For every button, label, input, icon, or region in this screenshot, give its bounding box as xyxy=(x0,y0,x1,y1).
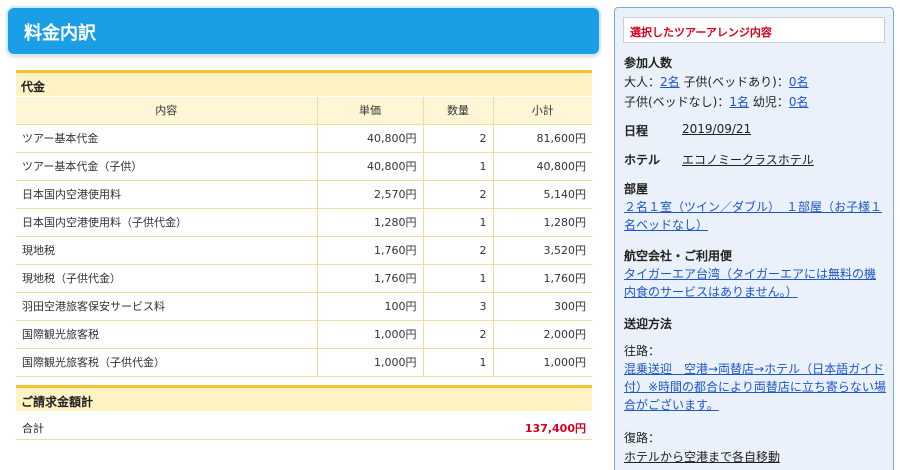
child-nobed-count-link[interactable]: 1名 xyxy=(729,95,749,109)
panel-header: 選択したツアーアレンジ内容 xyxy=(623,17,885,43)
child-nobed-label: 子供(ベッドなし)： xyxy=(624,95,730,109)
column-header-subtotal: 小計 xyxy=(493,97,592,125)
row-unit-price: 1,280円 xyxy=(317,208,424,237)
hotel-link[interactable]: エコノミークラスホテル xyxy=(682,151,814,168)
adult-count-link[interactable]: 2名 xyxy=(660,75,680,89)
table-row: 国際観光旅客税 1,000円 2 2,000円 xyxy=(16,320,592,349)
table-row: 国際観光旅客税（子供代金） 1,000円 1 1,000円 xyxy=(16,348,592,377)
row-quantity: 1 xyxy=(423,348,494,377)
row-unit-price: 100円 xyxy=(317,292,424,321)
row-subtotal: 1,280円 xyxy=(493,208,592,237)
row-quantity: 1 xyxy=(423,264,494,293)
row-subtotal: 40,800円 xyxy=(493,152,592,181)
total-value: 137,400円 xyxy=(524,422,586,435)
table-row: 現地税 1,760円 2 3,520円 xyxy=(16,236,592,265)
table-row: 日本国内空港使用料 2,570円 2 5,140円 xyxy=(16,180,592,209)
airline-heading: 航空会社・ご利用便 xyxy=(624,249,733,263)
total-label: 合計 xyxy=(22,422,44,435)
table-row: ツアー基本代金 40,800円 2 81,600円 xyxy=(16,124,592,153)
row-unit-price: 1,000円 xyxy=(317,320,424,349)
row-unit-price: 1,760円 xyxy=(317,236,424,265)
row-subtotal: 1,000円 xyxy=(493,348,592,377)
return-transfer-link[interactable]: ホテルから空港まで各自移動 xyxy=(624,448,780,465)
row-unit-price: 40,800円 xyxy=(317,152,424,181)
row-subtotal: 2,000円 xyxy=(493,320,592,349)
column-header-item: 内容 xyxy=(16,97,318,125)
row-subtotal: 300円 xyxy=(493,292,592,321)
row-item: 日本国内空港使用料（子供代金） xyxy=(16,208,318,237)
column-header-quantity: 数量 xyxy=(423,97,494,125)
row-item: 日本国内空港使用料 xyxy=(16,180,318,209)
room-link[interactable]: ２名１室（ツイン／ダブル） １部屋（お子様１名ベッドなし） xyxy=(624,198,886,234)
row-subtotal: 81,600円 xyxy=(493,124,592,153)
row-item: ツアー基本代金 xyxy=(16,124,318,153)
row-unit-price: 1,000円 xyxy=(317,348,424,377)
page-title: 料金内訳 xyxy=(24,23,96,44)
row-unit-price: 2,570円 xyxy=(317,180,424,209)
outbound-label: 往路： xyxy=(624,344,661,358)
row-quantity: 3 xyxy=(423,292,494,321)
column-header-unit-price: 単価 xyxy=(317,97,424,125)
hotel-label: ホテル xyxy=(624,153,661,167)
infant-count-link[interactable]: 0名 xyxy=(789,95,809,109)
participants-line-2: 子供(ベッドなし)：1名 幼児：0名 xyxy=(624,93,808,110)
row-subtotal: 1,760円 xyxy=(493,264,592,293)
row-quantity: 1 xyxy=(423,208,494,237)
participants-line-1: 大人：2名 子供(ベッドあり)：0名 xyxy=(624,73,808,90)
row-quantity: 2 xyxy=(423,320,494,349)
total-row: 合計 137,400円 xyxy=(16,412,592,440)
table-row: 羽田空港旅客保安サービス料 100円 3 300円 xyxy=(16,292,592,321)
row-item: 羽田空港旅客保安サービス料 xyxy=(16,292,318,321)
charges-table: 内容 単価 数量 小計 ツアー基本代金 40,800円 2 81,600円 ツア… xyxy=(16,97,592,377)
room-heading: 部屋 xyxy=(624,182,649,196)
return-label: 復路： xyxy=(624,431,661,445)
table-row: ツアー基本代金（子供） 40,800円 1 40,800円 xyxy=(16,152,592,181)
row-quantity: 2 xyxy=(423,236,494,265)
row-item: ツアー基本代金（子供） xyxy=(16,152,318,181)
row-quantity: 1 xyxy=(423,152,494,181)
row-item: 現地税（子供代金） xyxy=(16,264,318,293)
billing-section-title: ご請求金額計 xyxy=(16,385,592,411)
charges-table-header: 内容 単価 数量 小計 xyxy=(16,97,592,125)
schedule-date-link[interactable]: 2019/09/21 xyxy=(682,122,751,136)
transfer-heading: 送迎方法 xyxy=(624,317,673,331)
row-subtotal: 3,520円 xyxy=(493,236,592,265)
row-unit-price: 40,800円 xyxy=(317,124,424,153)
adult-label: 大人： xyxy=(624,75,661,89)
row-quantity: 2 xyxy=(423,124,494,153)
participants-heading: 参加人数 xyxy=(624,56,673,70)
row-item: 国際観光旅客税（子供代金） xyxy=(16,348,318,377)
child-bed-label: 子供(ベッドあり)： xyxy=(679,75,789,89)
outbound-transfer-link[interactable]: 混乗送迎 空港→両替店→ホテル（日本語ガイド付）※時間の都合により両替店に立ち寄… xyxy=(624,360,886,414)
row-item: 現地税 xyxy=(16,236,318,265)
schedule-label: 日程 xyxy=(624,124,649,138)
table-row: 日本国内空港使用料（子供代金） 1,280円 1 1,280円 xyxy=(16,208,592,237)
row-item: 国際観光旅客税 xyxy=(16,320,318,349)
table-row: 現地税（子供代金） 1,760円 1 1,760円 xyxy=(16,264,592,293)
tour-summary-panel: 選択したツアーアレンジ内容 参加人数 大人：2名 子供(ベッドあり)：0名 子供… xyxy=(614,7,894,470)
row-quantity: 2 xyxy=(423,180,494,209)
child-bed-count-link[interactable]: 0名 xyxy=(789,75,809,89)
page-title-bar: 料金内訳 xyxy=(8,8,599,54)
row-subtotal: 5,140円 xyxy=(493,180,592,209)
infant-label: 幼児： xyxy=(749,95,789,109)
row-unit-price: 1,760円 xyxy=(317,264,424,293)
charges-section-title: 代金 xyxy=(16,70,592,96)
airline-link[interactable]: タイガーエア台湾（タイガーエアには無料の機内食のサービスはありません。） xyxy=(624,265,886,301)
